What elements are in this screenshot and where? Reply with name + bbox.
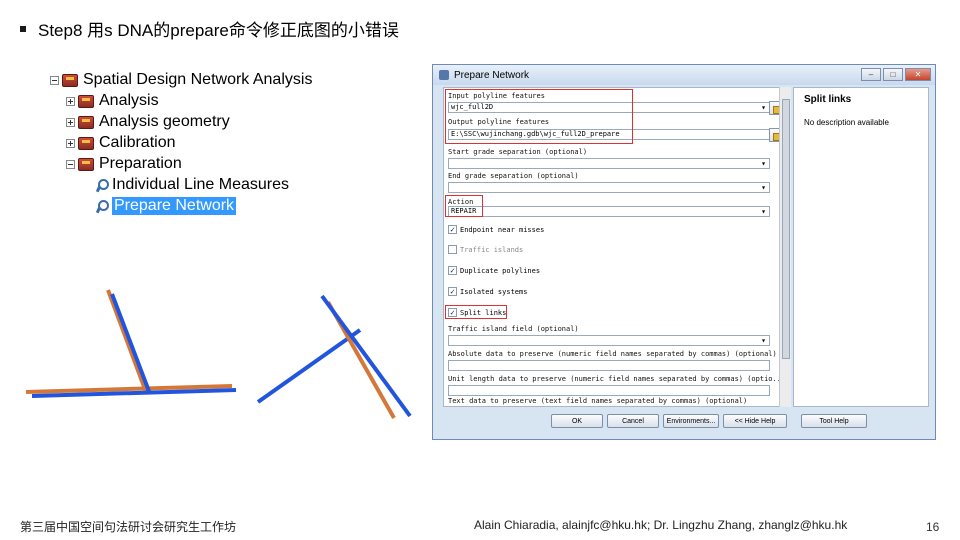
expand-icon[interactable] bbox=[66, 117, 75, 127]
checkbox-check-icon[interactable]: ✓ bbox=[448, 266, 457, 275]
collapse-icon[interactable] bbox=[66, 159, 75, 169]
checkbox-isolated-systems[interactable]: ✓ Isolated systems bbox=[448, 287, 527, 296]
footer-right: Alain Chiaradia, alainjfc@hku.hk; Dr. Li… bbox=[474, 518, 848, 532]
checkbox-check-icon[interactable]: ✓ bbox=[448, 287, 457, 296]
traffic-island-field-select[interactable] bbox=[448, 335, 770, 346]
script-tool-icon bbox=[96, 199, 109, 213]
toolbox-icon bbox=[62, 73, 78, 87]
tool-help-button[interactable]: Tool Help bbox=[801, 414, 867, 428]
expand-icon[interactable] bbox=[66, 96, 75, 106]
blue-segment bbox=[256, 328, 362, 404]
slide-title: Step8 用s DNA的prepare命令修正底图的小错误 bbox=[20, 16, 399, 41]
checkbox-label: Traffic islands bbox=[460, 245, 524, 254]
scrollbar-thumb[interactable] bbox=[782, 99, 790, 359]
prepare-network-dialog: Prepare Network – □ ✕ Input polyline fea… bbox=[432, 64, 936, 440]
tree-item-analysis[interactable]: Analysis bbox=[66, 91, 159, 111]
help-text: No description available bbox=[804, 118, 889, 127]
tree-tool-individual-line-measures[interactable]: Individual Line Measures bbox=[96, 175, 289, 195]
dialog-title: Prepare Network bbox=[454, 69, 530, 81]
parameter-form: Input polyline features wjc_full2D Outpu… bbox=[443, 87, 783, 407]
slide-title-text: Step8 用s DNA的prepare命令修正底图的小错误 bbox=[38, 21, 399, 40]
start-grade-field[interactable] bbox=[448, 158, 770, 169]
absolute-data-label: Absolute data to preserve (numeric field… bbox=[448, 350, 777, 358]
checkbox-endpoint-near-misses[interactable]: ✓ Endpoint near misses bbox=[448, 225, 544, 234]
toolset-icon bbox=[78, 136, 94, 150]
close-button[interactable]: ✕ bbox=[905, 68, 931, 81]
script-tool-icon bbox=[96, 178, 109, 192]
blue-segment bbox=[110, 293, 152, 395]
checkbox-label: Endpoint near misses bbox=[460, 225, 545, 234]
checkbox-traffic-islands[interactable]: Traffic islands bbox=[448, 245, 523, 254]
end-grade-label: End grade separation (optional) bbox=[448, 172, 579, 180]
tree-item-label: Analysis geometry bbox=[99, 113, 230, 130]
tree-item-label: Analysis bbox=[99, 92, 159, 109]
network-sketch bbox=[25, 289, 412, 419]
hide-help-button[interactable]: << Hide Help bbox=[723, 414, 787, 428]
traffic-island-field-label: Traffic island field (optional) bbox=[448, 325, 579, 333]
start-grade-label: Start grade separation (optional) bbox=[448, 148, 588, 156]
form-scrollbar[interactable] bbox=[779, 87, 791, 407]
tree-root-label: Spatial Design Network Analysis bbox=[83, 71, 313, 88]
help-title: Split links bbox=[804, 94, 852, 105]
orange-segment bbox=[106, 289, 148, 393]
cancel-button[interactable]: Cancel bbox=[607, 414, 659, 428]
toolset-icon bbox=[78, 115, 94, 129]
highlight-box bbox=[445, 89, 633, 144]
tree-item-label: Preparation bbox=[99, 155, 182, 172]
toolset-icon bbox=[78, 94, 94, 108]
checkbox-duplicate-polylines[interactable]: ✓ Duplicate polylines bbox=[448, 266, 540, 275]
tool-icon bbox=[439, 70, 449, 80]
end-grade-field[interactable] bbox=[448, 182, 770, 193]
footer-left: 第三届中国空间句法研讨会研究生工作坊 bbox=[20, 520, 237, 534]
absolute-data-field[interactable] bbox=[448, 360, 770, 371]
ok-button[interactable]: OK bbox=[551, 414, 603, 428]
highlight-box bbox=[445, 195, 483, 217]
blue-segment bbox=[320, 294, 412, 418]
bullet-icon bbox=[20, 25, 26, 32]
highlight-box bbox=[445, 305, 507, 319]
tree-item-preparation[interactable]: Preparation bbox=[66, 154, 182, 174]
tree-item-label: Calibration bbox=[99, 134, 176, 151]
page-number: 16 bbox=[926, 520, 940, 534]
toolset-icon bbox=[78, 157, 94, 171]
checkbox-check-icon[interactable]: ✓ bbox=[448, 225, 457, 234]
expand-icon[interactable] bbox=[66, 138, 75, 148]
unit-length-data-field[interactable] bbox=[448, 385, 770, 396]
help-panel: Split links No description available bbox=[793, 87, 929, 407]
dialog-titlebar[interactable]: Prepare Network – □ ✕ bbox=[433, 65, 935, 85]
environments-button[interactable]: Environments... bbox=[663, 414, 719, 428]
maximize-button[interactable]: □ bbox=[883, 68, 903, 81]
action-select[interactable]: REPAIR bbox=[448, 206, 770, 217]
collapse-icon[interactable] bbox=[50, 75, 59, 85]
tree-item-analysis-geometry[interactable]: Analysis geometry bbox=[66, 112, 230, 132]
text-data-label: Text data to preserve (text field names … bbox=[448, 397, 748, 405]
checkbox-label: Isolated systems bbox=[460, 287, 528, 296]
tree-tool-prepare-network[interactable]: Prepare Network bbox=[96, 196, 237, 216]
tree-tool-label-selected: Prepare Network bbox=[112, 197, 237, 215]
window-controls: – □ ✕ bbox=[861, 68, 931, 81]
tree-root[interactable]: Spatial Design Network Analysis bbox=[50, 70, 312, 90]
minimize-button[interactable]: – bbox=[861, 68, 881, 81]
tree-item-calibration[interactable]: Calibration bbox=[66, 133, 175, 153]
checkbox-empty-icon[interactable] bbox=[448, 245, 457, 254]
toolbox-tree: Spatial Design Network Analysis Analysis… bbox=[50, 62, 370, 222]
unit-length-data-label: Unit length data to preserve (numeric fi… bbox=[448, 375, 783, 383]
checkbox-label: Duplicate polylines bbox=[460, 266, 541, 275]
tree-tool-label: Individual Line Measures bbox=[112, 176, 289, 193]
